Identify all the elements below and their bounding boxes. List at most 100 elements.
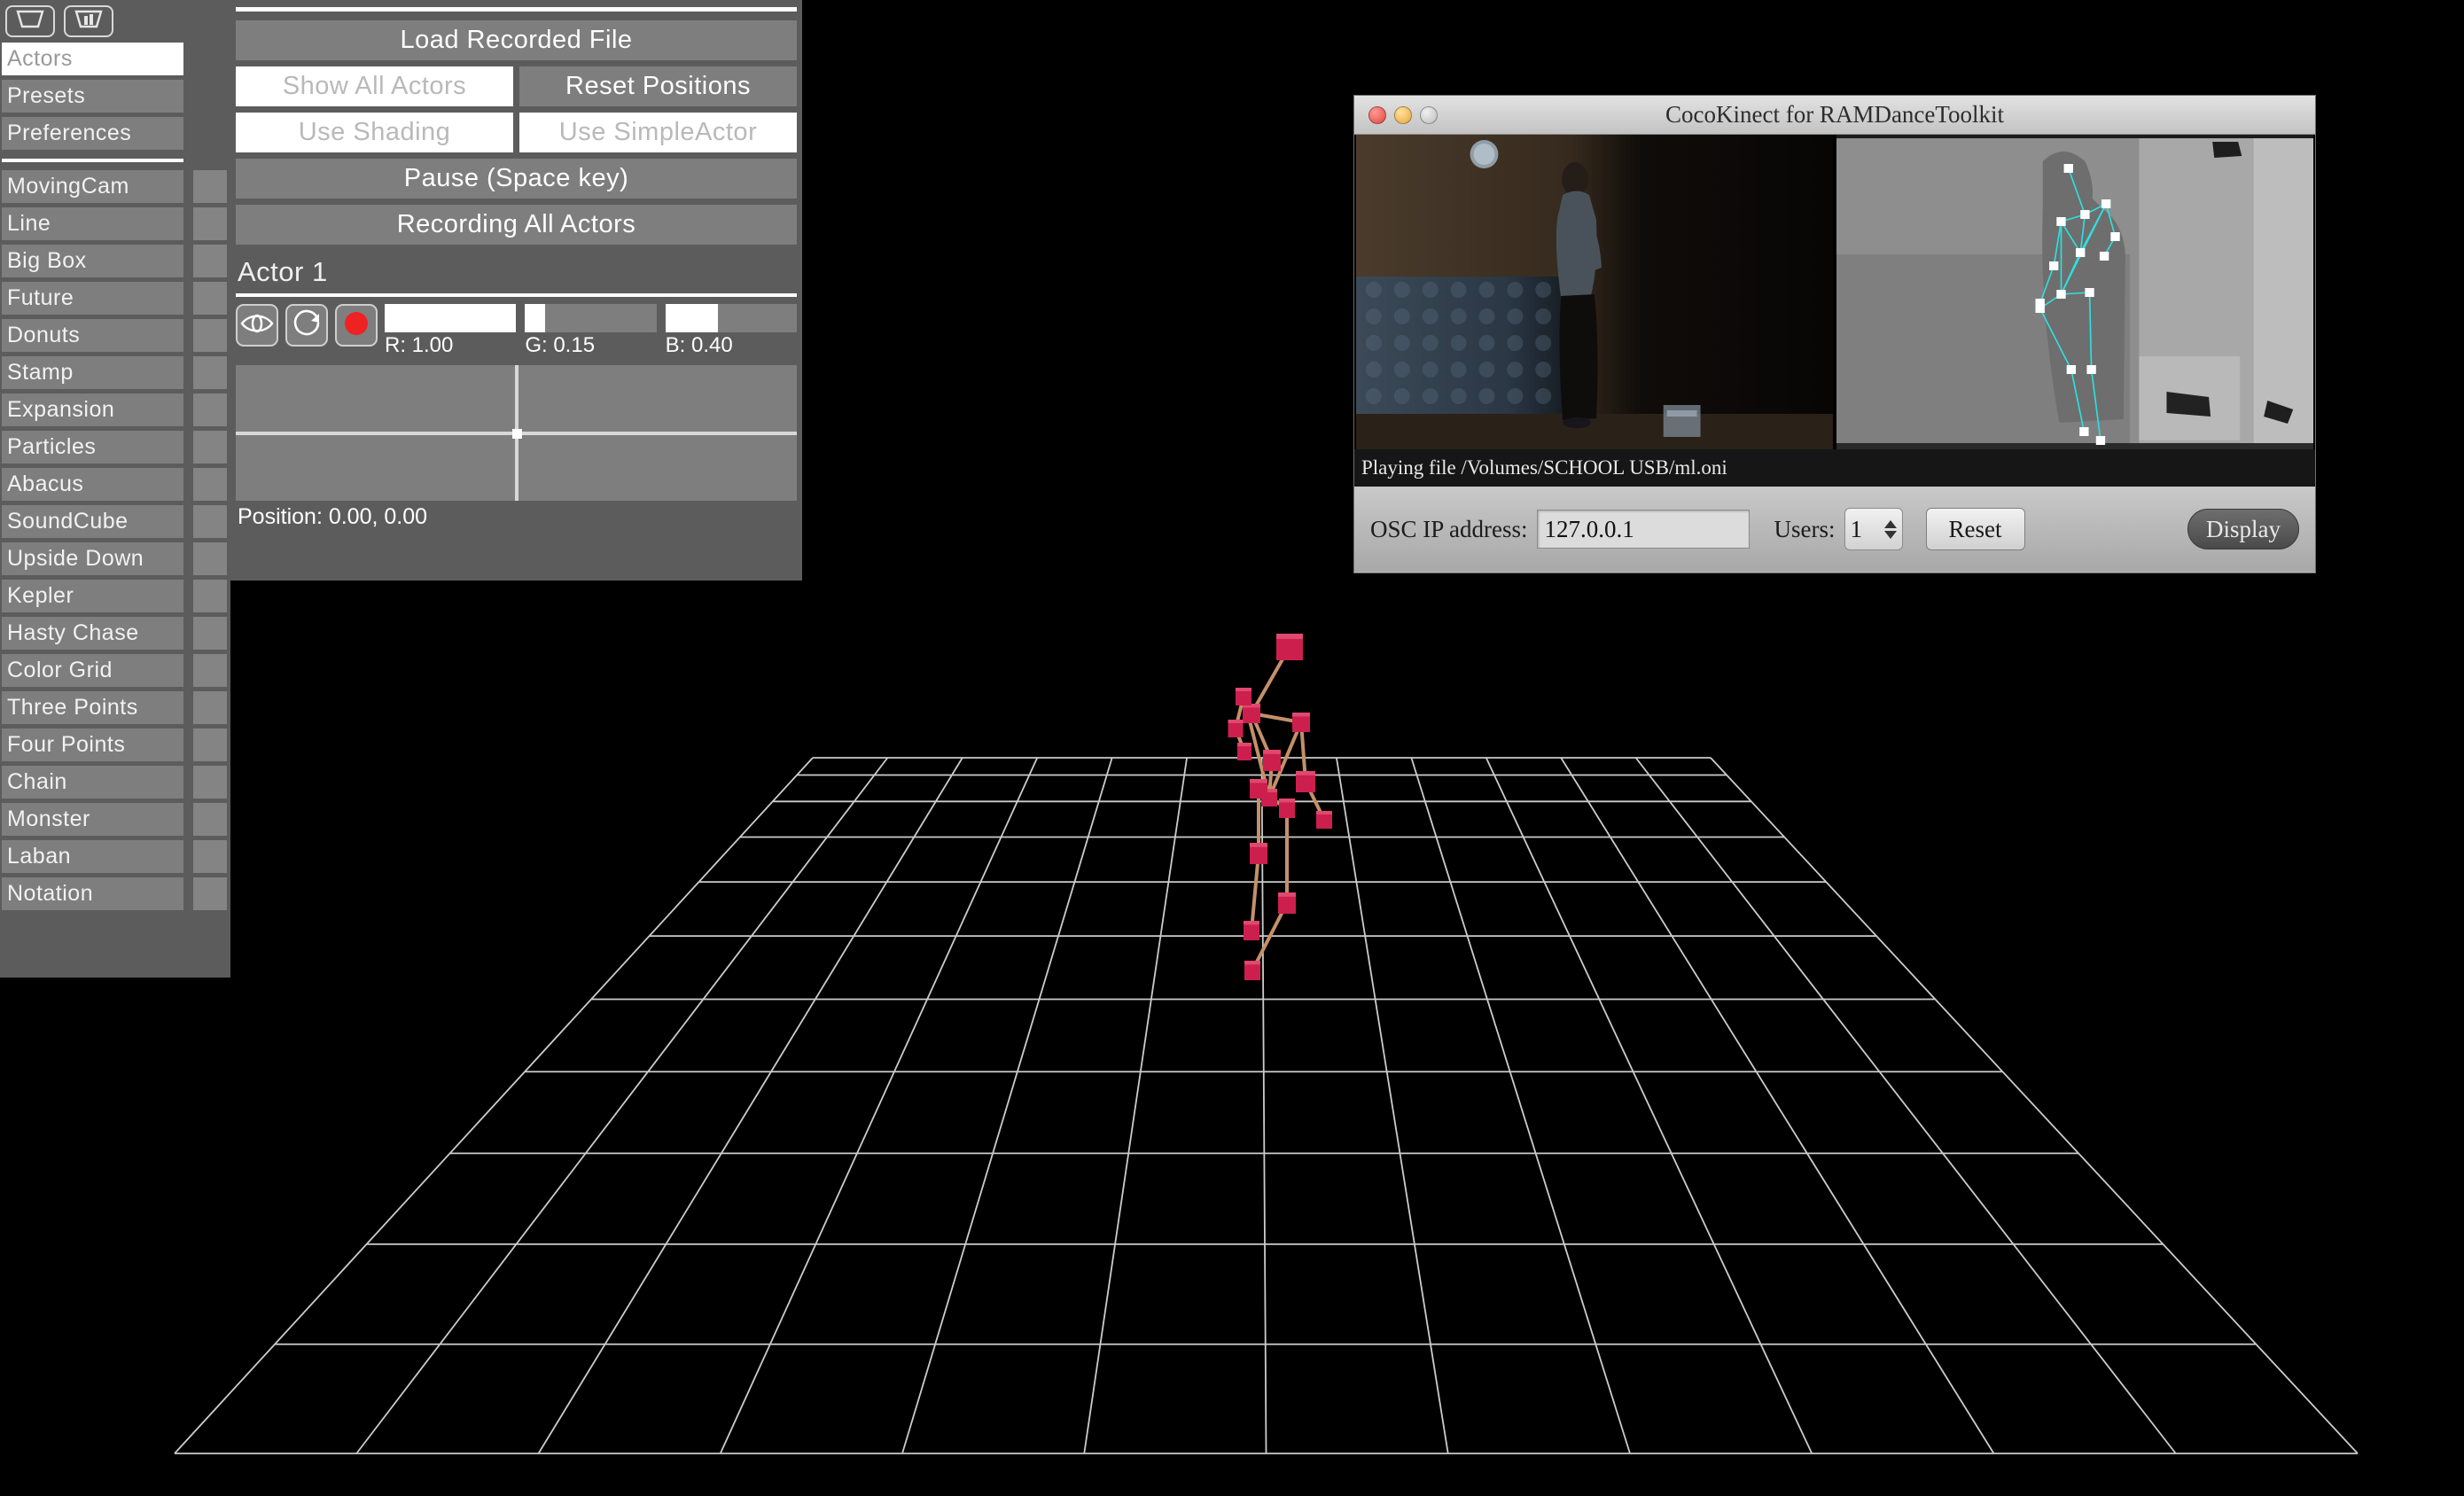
load-recorded-file-button[interactable]: Load Recorded File <box>236 20 797 60</box>
sidebar-item-particles[interactable]: Particles <box>2 431 183 464</box>
sidebar-item-expansion[interactable]: Expansion <box>2 393 183 426</box>
sidebar-item-hasty-chase[interactable]: Hasty Chase <box>2 617 183 650</box>
sidebar-toggle[interactable] <box>193 207 227 240</box>
blue-slider-label: B: 0.40 <box>665 333 733 357</box>
sidebar-toggle[interactable] <box>193 729 227 761</box>
sidebar-toggle[interactable] <box>193 877 227 910</box>
sidebar-row: Stamp <box>0 356 230 389</box>
show-all-actors-button[interactable]: Show All Actors <box>236 66 513 106</box>
record-dot-icon <box>342 309 370 342</box>
sidebar-item-chain[interactable]: Chain <box>2 766 183 799</box>
green-slider-label: G: 0.15 <box>525 333 596 357</box>
sidebar-row: Three Points <box>0 691 230 724</box>
blue-slider[interactable] <box>665 304 797 332</box>
sidebar-row: SoundCube <box>0 505 230 538</box>
sidebar-toggle[interactable] <box>193 282 227 315</box>
reset-positions-button[interactable]: Reset Positions <box>519 66 797 106</box>
sidebar-row: Preferences <box>0 117 230 150</box>
sidebar-toggle[interactable] <box>193 505 227 538</box>
rgb-camera-view[interactable] <box>1356 135 1833 449</box>
eye-icon-button[interactable] <box>236 304 278 347</box>
sidebar-item-line[interactable]: Line <box>2 207 183 240</box>
sidebar-item-donuts[interactable]: Donuts <box>2 319 183 352</box>
sidebar-toggle[interactable] <box>193 542 227 575</box>
camera-views <box>1354 135 2315 449</box>
sidebar-toggle[interactable] <box>193 170 227 203</box>
joint-left-elbow <box>1228 720 1244 737</box>
sidebar-item-upside-down[interactable]: Upside Down <box>2 542 183 575</box>
reset-rotate-icon-button[interactable] <box>285 304 328 347</box>
sidebar-item-actors[interactable]: Actors <box>2 43 183 75</box>
green-slider[interactable] <box>525 304 657 332</box>
sidebar-row: Laban <box>0 840 230 873</box>
sidebar-toggle[interactable] <box>193 319 227 352</box>
sidebar-toggle[interactable] <box>193 691 227 724</box>
reset-rotate-icon <box>292 308 322 343</box>
sidebar-toggle[interactable] <box>193 766 227 799</box>
sidebar-toggle[interactable] <box>193 803 227 836</box>
sidebar-toggle[interactable] <box>193 356 227 389</box>
sidebar-row: Notation <box>0 877 230 910</box>
sidebar-toggle[interactable] <box>193 468 227 501</box>
red-slider[interactable] <box>385 304 517 332</box>
sidebar-item-preferences[interactable]: Preferences <box>2 117 183 150</box>
sidebar-item-notation[interactable]: Notation <box>2 877 183 910</box>
sidebar-divider <box>2 159 183 162</box>
sidebar-item-monster[interactable]: Monster <box>2 803 183 836</box>
sidebar-toggle[interactable] <box>193 654 227 687</box>
green-slider-fill <box>525 304 545 332</box>
chart-icon-button[interactable] <box>64 5 113 37</box>
sidebar-item-presets[interactable]: Presets <box>2 80 183 113</box>
display-button[interactable]: Display <box>2187 509 2299 549</box>
depth-camera-image <box>1836 135 2313 449</box>
sidebar-item-four-points[interactable]: Four Points <box>2 729 183 761</box>
sidebar-item-three-points[interactable]: Three Points <box>2 691 183 724</box>
stepper-arrows-icon[interactable] <box>1883 519 1897 539</box>
joint-right-foot <box>1244 961 1260 980</box>
joint-left-ankle <box>1244 921 1259 940</box>
sidebar-row: Presets <box>0 80 230 113</box>
pause-button[interactable]: Pause (Space key) <box>236 159 797 199</box>
sidebar-toggle[interactable] <box>193 393 227 426</box>
sidebar-toggle[interactable] <box>193 580 227 612</box>
users-label: Users: <box>1774 515 1836 542</box>
stool-icon <box>1663 405 1701 437</box>
recording-all-actors-button[interactable]: Recording All Actors <box>236 205 797 245</box>
sidebar-row: Kepler <box>0 580 230 612</box>
reset-button[interactable]: Reset <box>1925 508 2025 550</box>
sidebar-toggle[interactable] <box>193 431 227 464</box>
sidebar-item-laban[interactable]: Laban <box>2 840 183 873</box>
sidebar-item-soundcube[interactable]: SoundCube <box>2 505 183 538</box>
sidebar-item-kepler[interactable]: Kepler <box>2 580 183 612</box>
sidebar-item-stamp[interactable]: Stamp <box>2 356 183 389</box>
use-shading-button[interactable]: Use Shading <box>236 113 513 152</box>
sidebar-item-abacus[interactable]: Abacus <box>2 468 183 501</box>
sidebar-item-color-grid[interactable]: Color Grid <box>2 654 183 687</box>
osc-ip-label: OSC IP address: <box>1370 515 1528 542</box>
save-icon-button[interactable] <box>5 5 55 37</box>
sidebar-toggle[interactable] <box>193 840 227 873</box>
joint-right-hand <box>1316 811 1332 829</box>
cocokinect-titlebar[interactable]: CocoKinect for RAMDanceToolkit <box>1354 96 2315 135</box>
actor-panel-row-2: Use Shading Use SimpleActor <box>236 113 797 152</box>
position-pad-handle[interactable] <box>511 428 522 439</box>
sidebar-row: Line <box>0 207 230 240</box>
use-simpleactor-button[interactable]: Use SimpleActor <box>519 113 797 152</box>
sidebar-item-big-box[interactable]: Big Box <box>2 245 183 277</box>
sidebar-scene-group: MovingCam Line Big Box Future Donuts Stamp Exp… <box>0 170 230 910</box>
sidebar-toggle[interactable] <box>193 245 227 277</box>
chart-icon <box>74 10 104 34</box>
sidebar-item-future[interactable]: Future <box>2 282 183 315</box>
position-pad[interactable] <box>236 365 797 501</box>
joint-right-elbow <box>1296 771 1315 792</box>
playback-status: Playing file /Volumes/SCHOOL USB/ml.oni <box>1354 449 2315 487</box>
sidebar-row: Big Box <box>0 245 230 277</box>
sidebar-icon-row <box>0 4 230 43</box>
sidebar-toggle[interactable] <box>193 617 227 650</box>
depth-camera-view[interactable] <box>1836 135 2313 449</box>
users-stepper[interactable]: 1 <box>1844 508 1903 550</box>
sidebar-item-movingcam[interactable]: MovingCam <box>2 170 183 203</box>
record-dot-button[interactable] <box>335 304 378 347</box>
osc-ip-input[interactable]: 127.0.0.1 <box>1536 510 1750 549</box>
red-slider-group: R: 1.00 <box>385 304 517 358</box>
